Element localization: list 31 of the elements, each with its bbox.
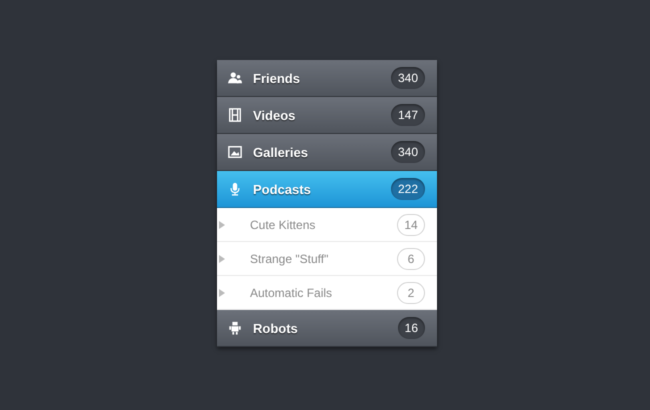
film-icon	[228, 108, 242, 122]
item-label: Automatic Fails	[250, 286, 334, 300]
item-label: Podcasts	[253, 182, 312, 196]
count-badge: 147	[390, 104, 425, 126]
count-badge: 340	[390, 141, 425, 163]
count-badge: 14	[397, 214, 425, 236]
menu-item[interactable]: Robots 16	[217, 310, 437, 347]
submenu-item[interactable]: Strange "Stuff" 6	[217, 242, 437, 276]
microphone-icon	[228, 182, 242, 196]
count-badge: 6	[397, 248, 425, 270]
submenu-item[interactable]: Cute Kittens 14	[217, 208, 437, 242]
menu-item[interactable]: Podcasts 222	[217, 171, 437, 208]
item-label: Galleries	[253, 144, 309, 160]
item-label: Cute Kittens	[250, 218, 316, 232]
robot-icon	[228, 321, 242, 335]
menu-item[interactable]: Friends 340	[217, 60, 437, 97]
count-badge: 340	[390, 67, 425, 89]
item-label: Videos	[253, 108, 296, 122]
count-badge: 2	[397, 282, 425, 304]
menu-item[interactable]: Videos 147	[217, 97, 437, 134]
people-icon	[228, 71, 242, 85]
count-badge: 16	[398, 317, 425, 339]
triangle-icon	[219, 288, 225, 296]
count-badge: 222	[390, 178, 425, 200]
item-label: Robots	[253, 320, 299, 336]
image-icon	[228, 145, 242, 159]
item-label: Strange "Stuff"	[250, 252, 330, 266]
triangle-icon	[219, 220, 225, 228]
triangle-icon	[219, 254, 225, 262]
menu-item[interactable]: Galleries 340	[217, 134, 437, 171]
item-label: Friends	[253, 70, 301, 86]
